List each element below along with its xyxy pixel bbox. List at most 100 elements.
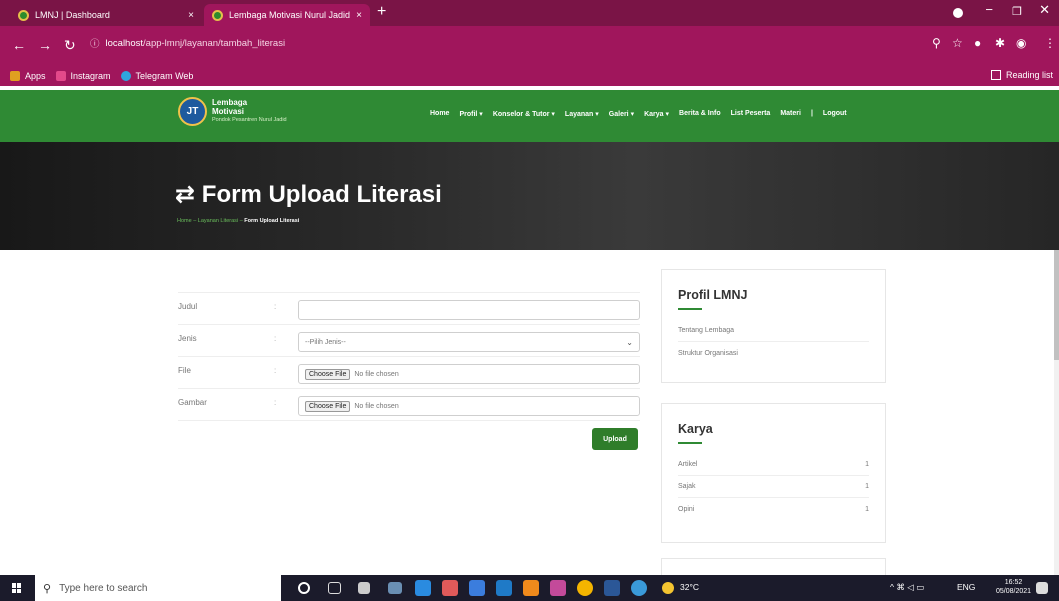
instagram-icon (55, 71, 66, 81)
profil-link-tentang[interactable]: Tentang Lembaga (678, 320, 869, 342)
site-info-icon[interactable]: ⓘ (90, 36, 100, 50)
cortana-icon[interactable] (298, 582, 310, 594)
menu-logout[interactable]: Logout (823, 110, 847, 118)
site-favicon-icon (18, 9, 29, 21)
breadcrumb-layanan[interactable]: Layanan Literasi (198, 218, 238, 224)
zoom-icon[interactable]: ⚲ (932, 36, 941, 50)
vscode-icon[interactable] (415, 580, 431, 596)
new-tab-button[interactable]: + (377, 3, 386, 21)
file-input[interactable]: Choose File No file chosen (298, 364, 640, 384)
telegram-icon (120, 71, 131, 81)
tab-title: LMNJ | Dashboard (35, 10, 110, 20)
image-status: No file chosen (354, 402, 399, 410)
menu-karya[interactable]: Karya ▾ (644, 110, 669, 118)
upload-form: Judul : Jenis : --Pilih Jenis-- ⌄ File :… (178, 292, 640, 421)
tray-icons[interactable]: ^ ⌘ ◁ ▭ (890, 582, 924, 593)
close-tab-icon[interactable]: × (188, 10, 194, 21)
karya-link-artikel[interactable]: Artikel 1 (678, 454, 869, 476)
chevron-down-icon: ⌄ (626, 337, 633, 347)
menu-galeri[interactable]: Galeri ▾ (609, 110, 634, 118)
taskbar-search-input[interactable]: ⚲ Type here to search (35, 575, 281, 601)
menu-kebab-icon[interactable]: ⋮ (1044, 36, 1056, 50)
bookmark-telegram[interactable]: Telegram Web (120, 71, 193, 81)
bookmark-instagram[interactable]: Instagram (55, 71, 111, 81)
reading-list-button[interactable]: Reading list (990, 70, 1053, 80)
taskbar-clock[interactable]: 16:52 05/08/2021 (996, 578, 1031, 596)
task-view-icon[interactable] (328, 582, 341, 594)
menu-home[interactable]: Home (430, 110, 449, 118)
form-row-file: File : Choose File No file chosen (178, 356, 640, 388)
menu-materi[interactable]: Materi (780, 110, 801, 118)
site-navbar: JT Lembaga Motivasi Pondok Pesantren Nur… (0, 90, 1059, 142)
page-hero: ⇄ Form Upload Literasi Home – Layanan Li… (0, 142, 1059, 250)
address-bar[interactable]: ⓘ localhost /app-lmnj/layanan/tambah_lit… (90, 29, 760, 57)
title-underline (678, 442, 702, 444)
menu-konselor-tutor[interactable]: Konselor & Tutor ▾ (493, 110, 555, 118)
site-logo[interactable]: JT Lembaga Motivasi Pondok Pesantren Nur… (178, 97, 287, 126)
minimize-button[interactable]: − (985, 2, 993, 17)
sublime-icon[interactable] (523, 580, 539, 596)
close-tab-icon[interactable]: × (356, 10, 362, 21)
tab-dashboard[interactable]: LMNJ | Dashboard × (10, 4, 202, 26)
karya-link-opini[interactable]: Opini 1 (678, 498, 869, 520)
temperature-label[interactable]: 32°C (680, 582, 699, 592)
forward-icon[interactable]: → (38, 38, 52, 52)
scrollbar-thumb[interactable] (1054, 250, 1059, 360)
reading-list-label: Reading list (1005, 70, 1053, 80)
choose-file-button[interactable]: Choose File (305, 368, 351, 380)
karya-count: 1 (865, 483, 869, 490)
puzzle-icon[interactable]: ✱ (995, 36, 1005, 50)
menu-layanan[interactable]: Layanan ▾ (565, 110, 599, 118)
camera-app-icon[interactable] (388, 582, 402, 594)
file-explorer-icon[interactable] (496, 580, 512, 596)
maximize-button[interactable]: ❐ (1012, 5, 1022, 18)
jenis-label: Jenis (178, 334, 197, 343)
help-app-icon[interactable] (631, 580, 647, 596)
form-row-jenis: Jenis : --Pilih Jenis-- ⌄ (178, 324, 640, 356)
extension-icon[interactable]: ● (974, 36, 981, 50)
reload-icon[interactable]: ↻ (64, 38, 76, 52)
word-icon[interactable] (604, 580, 620, 596)
gambar-input[interactable]: Choose File No file chosen (298, 396, 640, 416)
tab-active[interactable]: Lembaga Motivasi Nurul Jadid - [ × (204, 4, 370, 26)
field-colon: : (274, 398, 277, 407)
apps-grid-icon (10, 71, 20, 81)
weather-icon[interactable] (662, 582, 674, 594)
git-app-icon[interactable] (442, 580, 458, 596)
shield-app-icon[interactable] (358, 582, 370, 594)
judul-input[interactable] (298, 300, 640, 320)
chrome-icon[interactable] (577, 580, 593, 596)
karya-count: 1 (865, 461, 869, 468)
close-window-button[interactable]: ✕ (1039, 2, 1050, 18)
app-icon[interactable] (469, 580, 485, 596)
form-row-judul: Judul : (178, 292, 640, 324)
profil-link-struktur[interactable]: Struktur Organisasi (678, 342, 869, 364)
language-indicator[interactable]: ENG (957, 582, 975, 592)
back-icon[interactable]: ← (12, 38, 26, 52)
browser-toolbar: ← → ↻ ⓘ localhost /app-lmnj/layanan/tamb… (0, 26, 1059, 66)
upload-button[interactable]: Upload (592, 428, 638, 450)
record-icon[interactable] (953, 8, 963, 18)
bookmark-star-icon[interactable]: ☆ (952, 36, 963, 50)
jenis-select[interactable]: --Pilih Jenis-- ⌄ (298, 332, 640, 352)
menu-profil[interactable]: Profil ▾ (459, 110, 482, 118)
page-scrollbar[interactable] (1054, 250, 1059, 575)
bookmark-label: Apps (25, 71, 46, 81)
breadcrumb-home[interactable]: Home (177, 218, 192, 224)
karya-link-sajak[interactable]: Sajak 1 (678, 476, 869, 498)
menu-berita-info[interactable]: Berita & Info (679, 110, 721, 118)
menu-list-peserta[interactable]: List Peserta (731, 110, 771, 118)
app-icon[interactable] (550, 580, 566, 596)
bookmark-apps[interactable]: Apps (10, 71, 46, 81)
notification-icon[interactable] (1036, 582, 1048, 594)
choose-image-button[interactable]: Choose File (305, 400, 351, 412)
windows-start-icon[interactable] (12, 583, 22, 593)
logo-emblem-icon: JT (178, 97, 207, 126)
title-underline (678, 308, 702, 310)
karya-label: Opini (678, 505, 695, 513)
field-colon: : (274, 366, 277, 375)
clock-time: 16:52 (1004, 579, 1023, 586)
profile-avatar[interactable]: ◉ (1016, 36, 1026, 50)
url-path: /app-lmnj/layanan/tambah_literasi (143, 37, 286, 49)
bookmarks-bar: Apps Instagram Telegram Web Reading list (0, 66, 1059, 86)
